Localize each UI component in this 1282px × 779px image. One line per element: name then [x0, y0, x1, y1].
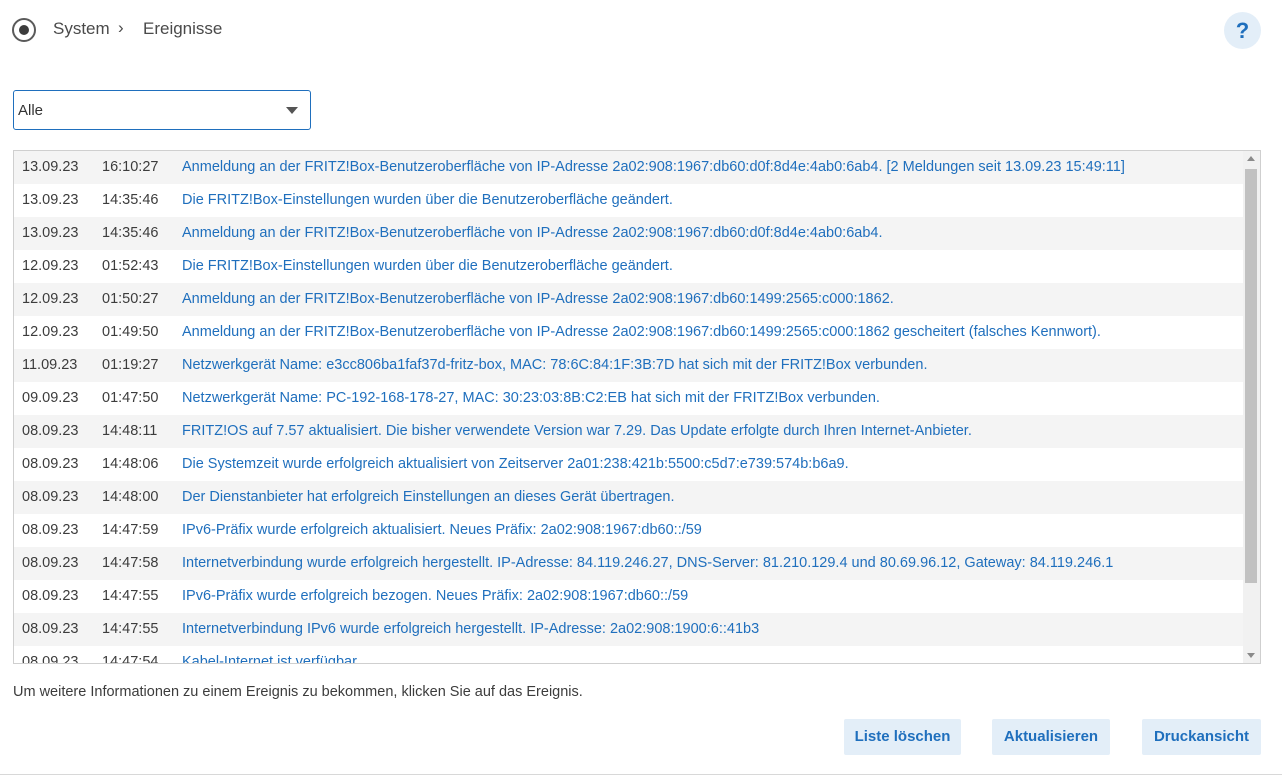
event-date: 08.09.23	[22, 423, 79, 439]
caret-down-icon	[286, 107, 298, 114]
event-time: 01:49:50	[102, 324, 159, 340]
scroll-up-arrow-icon[interactable]	[1247, 156, 1255, 161]
scroll-down-arrow-icon[interactable]	[1247, 653, 1255, 658]
event-time: 14:48:11	[102, 423, 158, 439]
event-time: 14:35:46	[102, 225, 159, 241]
event-row[interactable]: 08.09.23 14:48:06 Die Systemzeit wurde erf…	[14, 448, 1244, 481]
event-date: 12.09.23	[22, 291, 79, 307]
event-date: 13.09.23	[22, 225, 79, 241]
event-date: 08.09.23	[22, 555, 79, 571]
help-button[interactable]: ?	[1224, 12, 1261, 49]
event-date: 13.09.23	[22, 159, 79, 175]
event-message-link[interactable]: Anmeldung an der FRITZ!Box-Benutzeroberf…	[182, 159, 1125, 175]
event-row[interactable]: 08.09.23 14:47:54 Kabel-Internet ist verfü…	[14, 646, 1244, 664]
event-row[interactable]: 08.09.23 14:48:11 FRITZ!OS auf 7.57 aktual…	[14, 415, 1244, 448]
event-time: 14:47:59	[102, 522, 159, 538]
event-message-link[interactable]: Der Dienstanbieter hat erfolgreich Einst…	[182, 489, 674, 505]
event-message-link[interactable]: Netzwerkgerät Name: PC-192-168-178-27, M…	[182, 390, 880, 406]
event-row[interactable]: 13.09.23 14:35:46 Anmeldung an der FRITZ!B…	[14, 217, 1244, 250]
refresh-button[interactable]: Aktualisieren	[992, 719, 1110, 755]
event-message-link[interactable]: Internetverbindung wurde erfolgreich her…	[182, 555, 1113, 571]
event-message-link[interactable]: Netzwerkgerät Name: e3cc806ba1faf37d-fri…	[182, 357, 927, 373]
event-rows: 13.09.23 16:10:27 Anmeldung an der FRITZ!B…	[14, 151, 1244, 664]
event-time: 01:52:43	[102, 258, 159, 274]
event-date: 09.09.23	[22, 390, 79, 406]
event-message-link[interactable]: Kabel-Internet ist verfügbar.	[182, 654, 360, 663]
filter-selected-value: Alle	[18, 102, 44, 119]
event-row[interactable]: 08.09.23 14:48:00 Der Dienstanbieter hat e…	[14, 481, 1244, 514]
event-time: 01:50:27	[102, 291, 159, 307]
event-message-link[interactable]: IPv6-Präfix wurde erfolgreich aktualisie…	[182, 522, 702, 538]
event-date: 08.09.23	[22, 621, 79, 637]
event-message-link[interactable]: Die FRITZ!Box-Einstellungen wurden über …	[182, 258, 673, 274]
radio-icon	[12, 18, 36, 42]
event-message-link[interactable]: Anmeldung an der FRITZ!Box-Benutzeroberf…	[182, 225, 883, 241]
event-row[interactable]: 13.09.23 16:10:27 Anmeldung an der FRITZ!B…	[14, 151, 1244, 184]
event-time: 14:47:55	[102, 588, 159, 604]
event-message-link[interactable]: Die FRITZ!Box-Einstellungen wurden über …	[182, 192, 673, 208]
event-filter-select[interactable]: Alle	[13, 90, 311, 130]
event-date: 11.09.23	[22, 357, 78, 373]
event-date: 08.09.23	[22, 456, 79, 472]
event-date: 12.09.23	[22, 258, 79, 274]
event-date: 08.09.23	[22, 588, 79, 604]
event-row[interactable]: 08.09.23 14:47:55 Internetverbindung IPv6 …	[14, 613, 1244, 646]
event-row[interactable]: 13.09.23 14:35:46 Die FRITZ!Box-Einstellun…	[14, 184, 1244, 217]
event-row[interactable]: 12.09.23 01:49:50 Anmeldung an der FRITZ!B…	[14, 316, 1244, 349]
event-row[interactable]: 08.09.23 14:47:58 Internetverbindung wurde…	[14, 547, 1244, 580]
event-message-link[interactable]: Anmeldung an der FRITZ!Box-Benutzeroberf…	[182, 291, 894, 307]
event-time: 14:48:00	[102, 489, 159, 505]
event-date: 12.09.23	[22, 324, 79, 340]
event-message-link[interactable]: Anmeldung an der FRITZ!Box-Benutzeroberf…	[182, 324, 1101, 340]
divider	[0, 774, 1282, 775]
scrollbar[interactable]	[1243, 151, 1260, 663]
event-row[interactable]: 12.09.23 01:50:27 Anmeldung an der FRITZ!B…	[14, 283, 1244, 316]
event-time: 01:19:27	[102, 357, 159, 373]
clear-list-button[interactable]: Liste löschen	[844, 719, 961, 755]
info-hint: Um weitere Informationen zu einem Ereign…	[13, 684, 583, 700]
event-message-link[interactable]: Die Systemzeit wurde erfolgreich aktuali…	[182, 456, 849, 472]
event-time: 14:48:06	[102, 456, 159, 472]
event-time: 14:47:58	[102, 555, 159, 571]
event-list: 13.09.23 16:10:27 Anmeldung an der FRITZ!B…	[13, 150, 1261, 664]
event-time: 01:47:50	[102, 390, 159, 406]
event-date: 08.09.23	[22, 522, 79, 538]
scroll-thumb[interactable]	[1245, 169, 1257, 583]
event-time: 16:10:27	[102, 159, 159, 175]
print-view-button[interactable]: Druckansicht	[1142, 719, 1261, 755]
event-time: 14:47:54	[102, 654, 159, 664]
event-row[interactable]: 12.09.23 01:52:43 Die FRITZ!Box-Einstellun…	[14, 250, 1244, 283]
event-date: 13.09.23	[22, 192, 79, 208]
event-row[interactable]: 11.09.23 01:19:27 Netzwerkgerät Name: e3cc…	[14, 349, 1244, 382]
event-message-link[interactable]: FRITZ!OS auf 7.57 aktualisiert. Die bish…	[182, 423, 972, 439]
event-date: 08.09.23	[22, 654, 79, 664]
event-time: 14:35:46	[102, 192, 159, 208]
page-header: System › Ereignisse ?	[0, 0, 1282, 60]
chevron-right-icon: ›	[118, 18, 124, 37]
event-message-link[interactable]: Internetverbindung IPv6 wurde erfolgreic…	[182, 621, 759, 637]
breadcrumb-system[interactable]: System	[53, 19, 110, 39]
event-row[interactable]: 09.09.23 01:47:50 Netzwerkgerät Name: PC-1…	[14, 382, 1244, 415]
event-date: 08.09.23	[22, 489, 79, 505]
event-row[interactable]: 08.09.23 14:47:55 IPv6-Präfix wurde erfolg…	[14, 580, 1244, 613]
page-title: Ereignisse	[143, 19, 223, 38]
event-time: 14:47:55	[102, 621, 159, 637]
event-message-link[interactable]: IPv6-Präfix wurde erfolgreich bezogen. N…	[182, 588, 688, 604]
event-row[interactable]: 08.09.23 14:47:59 IPv6-Präfix wurde erfolg…	[14, 514, 1244, 547]
